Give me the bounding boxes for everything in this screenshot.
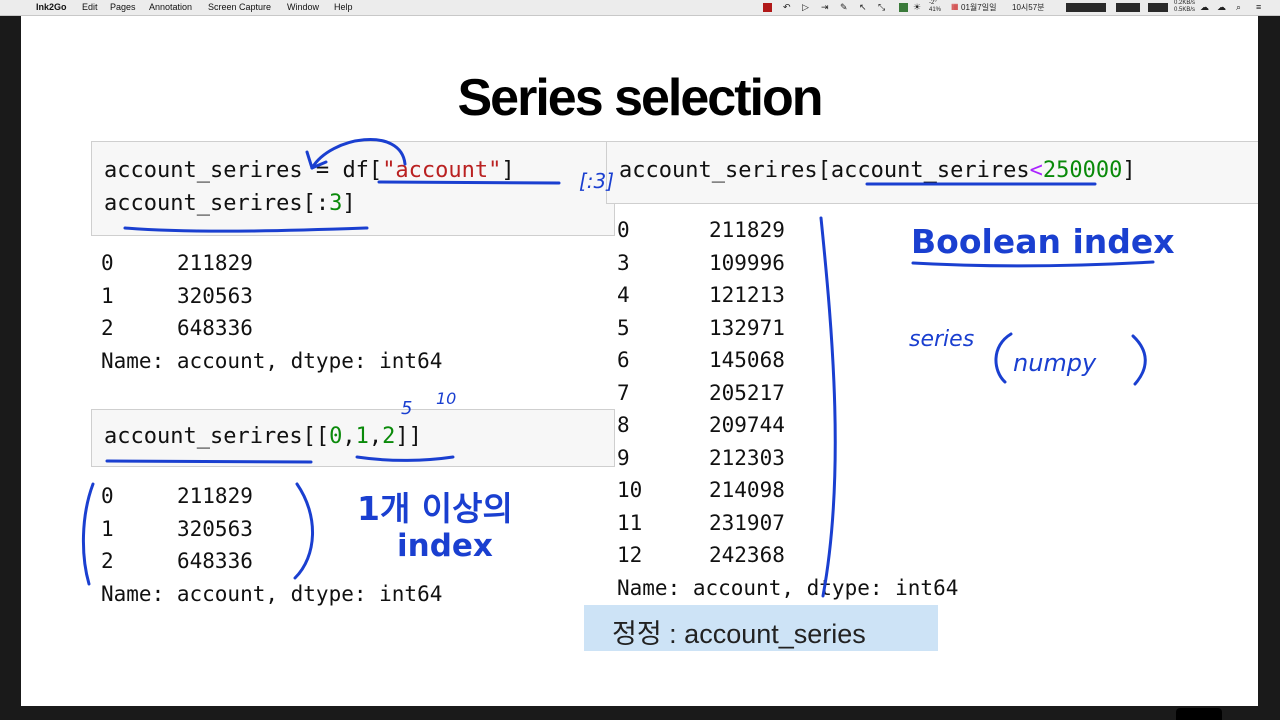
skip-icon[interactable]: ⇥ bbox=[821, 2, 829, 13]
handwritten-5: 5 bbox=[401, 398, 412, 419]
menu-pages[interactable]: Pages bbox=[110, 2, 136, 12]
arrow-annotation bbox=[310, 138, 407, 170]
net-up: 0.2KB/s bbox=[1174, 0, 1196, 6]
cursor-icon[interactable]: ↖ bbox=[859, 2, 867, 13]
bracket-annotation bbox=[994, 332, 1013, 384]
pen-tool-icon[interactable]: ✎ bbox=[840, 2, 848, 13]
search-icon[interactable]: ⌕ bbox=[1236, 2, 1241, 13]
handwriting-layer: [:3] 5 10 series numpy bbox=[81, 138, 1155, 598]
play-icon[interactable]: ▷ bbox=[802, 2, 809, 13]
slide-canvas: Series selection account_serires = df["a… bbox=[21, 16, 1258, 706]
menu-screen-capture[interactable]: Screen Capture bbox=[208, 2, 271, 12]
menu-help[interactable]: Help bbox=[334, 2, 353, 12]
notification-center-icon[interactable]: ≡ bbox=[1256, 2, 1261, 12]
bracket-annotation bbox=[819, 216, 837, 598]
menu-bar: Ink2Go Edit Pages Annotation Screen Capt… bbox=[0, 0, 1280, 16]
window-corner bbox=[1176, 708, 1222, 720]
cloud-sync-icon[interactable]: ☁ bbox=[1217, 2, 1226, 13]
bracket-annotation bbox=[1131, 334, 1147, 386]
underline-annotation bbox=[911, 260, 1155, 268]
underline-annotation bbox=[123, 226, 369, 233]
menu-app-name[interactable]: Ink2Go bbox=[36, 2, 67, 12]
calendar-icon[interactable]: ▦ bbox=[951, 2, 959, 11]
menubar-date[interactable]: 01월7일일 bbox=[961, 2, 996, 13]
cpu-graph[interactable] bbox=[1066, 3, 1106, 12]
memory-graph[interactable] bbox=[1116, 3, 1140, 12]
app-status-icon[interactable] bbox=[899, 3, 908, 12]
collapse-icon[interactable]: ⤡ bbox=[878, 2, 885, 13]
handwritten-10: 10 bbox=[436, 389, 456, 408]
weather-temp: -2° bbox=[929, 0, 937, 6]
underline-annotation bbox=[377, 180, 561, 185]
bracket-annotation bbox=[293, 482, 314, 580]
menu-annotation[interactable]: Annotation bbox=[149, 2, 192, 12]
handwritten-slice: [:3] bbox=[579, 169, 614, 193]
handwritten-numpy: numpy bbox=[1013, 349, 1097, 377]
record-icon[interactable] bbox=[763, 3, 772, 12]
bracket-annotation bbox=[81, 482, 95, 586]
battery-text: 41% bbox=[929, 7, 942, 13]
underline-annotation bbox=[105, 459, 313, 464]
disk-graph[interactable] bbox=[1148, 3, 1168, 12]
sun-icon: ☀ bbox=[913, 2, 922, 12]
handwritten-series: series bbox=[909, 327, 974, 352]
menu-edit[interactable]: Edit bbox=[82, 2, 98, 12]
menubar-time[interactable]: 10시57분 bbox=[1012, 2, 1045, 13]
net-down: 0.5KB/s bbox=[1174, 7, 1196, 13]
underline-annotation bbox=[355, 455, 455, 462]
menu-window[interactable]: Window bbox=[287, 2, 319, 12]
cloud-icon[interactable]: ☁ bbox=[1200, 2, 1209, 13]
undo-icon[interactable]: ↶ bbox=[783, 2, 791, 13]
